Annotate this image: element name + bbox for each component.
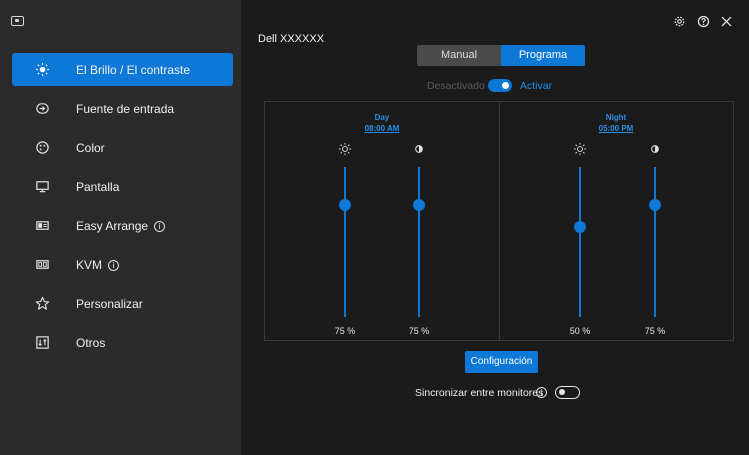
day-brightness-value: 75 % xyxy=(334,326,356,336)
sidebar-item-label: Personalizar xyxy=(76,297,143,311)
monitor-name: Dell XXXXXX xyxy=(258,33,325,45)
sidebar-item-label: Fuente de entrada xyxy=(76,102,175,116)
mode-tabs: Manual Programa xyxy=(417,45,585,66)
slider-track xyxy=(344,167,346,317)
sidebar-item-label: Color xyxy=(76,141,105,155)
easy-arrange-icon xyxy=(35,218,50,233)
toggle-on-label: Activar xyxy=(520,80,553,92)
schedule-toggle[interactable] xyxy=(488,79,512,92)
slider-knob[interactable] xyxy=(574,221,586,233)
slider-knob[interactable] xyxy=(649,198,661,211)
night-title: Night xyxy=(605,113,627,122)
slider-knob[interactable] xyxy=(339,198,351,211)
main-panel: Dell XXXXXX Manual Programa Desactivado … xyxy=(241,0,749,455)
sidebar-item-input-source[interactable]: Fuente de entrada xyxy=(12,92,233,125)
sidebar-item-display[interactable]: Pantalla xyxy=(12,170,233,203)
sidebar-item-others[interactable]: Otros xyxy=(12,326,233,359)
app-window: El Brillo / El contraste Fuente de entra… xyxy=(0,0,749,455)
info-icon: i xyxy=(108,260,120,271)
color-icon xyxy=(35,140,50,155)
day-title: Day xyxy=(374,113,390,122)
slider-track xyxy=(579,167,581,317)
tab-manual[interactable]: Manual xyxy=(417,45,501,66)
tab-schedule[interactable]: Programa xyxy=(501,45,585,66)
night-contrast-value: 75 % xyxy=(644,326,666,336)
brightness-icon xyxy=(335,142,355,159)
panel-divider xyxy=(499,102,500,340)
settings-gear-icon[interactable] xyxy=(672,14,686,28)
input-source-icon xyxy=(35,101,50,116)
sidebar-item-label: Pantalla xyxy=(76,180,120,194)
sidebar-item-color[interactable]: Color xyxy=(12,131,233,164)
info-icon: i xyxy=(154,221,166,232)
contrast-icon xyxy=(409,142,429,159)
sidebar-item-easy-arrange[interactable]: Easy Arrange i xyxy=(12,209,233,242)
sync-toggle[interactable] xyxy=(555,386,580,399)
kvm-icon xyxy=(35,257,50,272)
monitor-app-icon xyxy=(11,16,24,26)
schedule-panel: Day 08:00 AM 75 % 75 % Night 05:00 PM 50… xyxy=(264,101,734,341)
sidebar-item-label: Easy Arrange i xyxy=(76,219,166,233)
slider-track xyxy=(654,167,656,317)
sidebar-item-label: KVM i xyxy=(76,258,120,272)
night-brightness-value: 50 % xyxy=(569,326,591,336)
sidebar-item-brightness-contrast[interactable]: El Brillo / El contraste xyxy=(12,53,233,86)
night-time-link[interactable]: 05:00 PM xyxy=(556,124,676,133)
configuration-button[interactable]: Configuración xyxy=(465,351,538,373)
slider-track xyxy=(418,167,420,317)
brightness-icon xyxy=(570,142,590,159)
sidebar-item-kvm[interactable]: KVM i xyxy=(12,248,233,281)
day-time-link[interactable]: 08:00 AM xyxy=(322,124,442,133)
brightness-icon xyxy=(35,62,50,77)
close-icon[interactable] xyxy=(719,14,733,28)
display-icon xyxy=(35,179,50,194)
help-icon[interactable] xyxy=(696,14,710,28)
sidebar: El Brillo / El contraste Fuente de entra… xyxy=(0,0,241,455)
star-icon xyxy=(35,296,50,311)
sidebar-item-label: El Brillo / El contraste xyxy=(76,63,191,77)
sidebar-item-personalize[interactable]: Personalizar xyxy=(12,287,233,320)
contrast-icon xyxy=(645,142,665,159)
others-icon xyxy=(35,335,50,350)
sidebar-item-label: Otros xyxy=(76,336,106,350)
slider-knob[interactable] xyxy=(413,198,425,211)
day-contrast-value: 75 % xyxy=(408,326,430,336)
sync-label: Sincronizar entre monitores xyxy=(415,387,544,399)
toggle-off-label: Desactivado xyxy=(427,80,485,92)
info-icon[interactable]: i xyxy=(536,387,547,398)
